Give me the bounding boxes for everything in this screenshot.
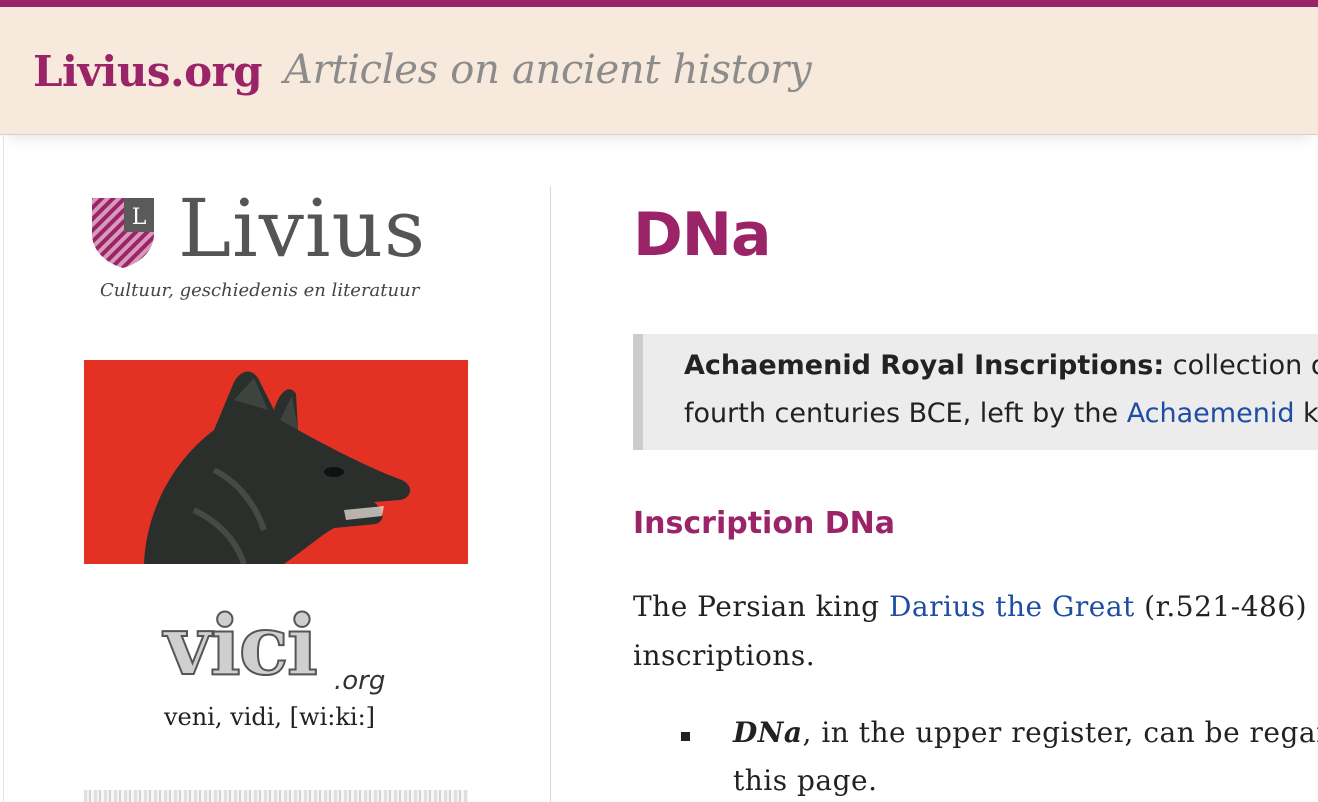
- paragraph-text-1-tail: (r.521-486): [1134, 590, 1308, 623]
- livius-logo-subtitle: Cultuur, geschiedenis en literatuur: [100, 280, 420, 301]
- bullet-line-1: DNa, in the upper register, can be regar: [733, 716, 1318, 749]
- bullet-line-2: this page.: [733, 764, 878, 797]
- shield-letter: L: [132, 205, 147, 230]
- vici-logo-link[interactable]: vici .org veni, vidi, [wi:ki:]: [150, 597, 410, 748]
- intro-label: Achaemenid Royal Inscriptions:: [684, 350, 1165, 381]
- intro-line-1: Achaemenid Royal Inscriptions: collectio…: [684, 350, 1318, 381]
- site-header: Livius.org Articles on ancient history: [0, 7, 1318, 135]
- shield-icon: L: [92, 198, 154, 268]
- site-home-link[interactable]: Livius.org: [33, 47, 263, 96]
- paragraph-text-1: The Persian king: [633, 590, 889, 623]
- livius-logo-link[interactable]: L Livius Cultuur, geschiedenis en litera…: [90, 182, 470, 310]
- site-tagline: Articles on ancient history: [284, 47, 812, 93]
- intro-box: Achaemenid Royal Inscriptions: collectio…: [633, 334, 1318, 450]
- vici-logo-domain: .org: [334, 666, 386, 696]
- livius-logo-word: Livius: [178, 182, 427, 275]
- intro-text-2-tail: k: [1294, 398, 1318, 429]
- main-content: DNa Achaemenid Royal Inscriptions: colle…: [551, 134, 1318, 802]
- bullet-term: DNa: [733, 716, 803, 749]
- darius-link[interactable]: Darius the Great: [889, 590, 1135, 623]
- top-accent-bar: [0, 0, 1318, 7]
- page-title: DNa: [633, 200, 772, 270]
- vici-logo-motto: veni, vidi, [wi:ki:]: [164, 703, 376, 731]
- partial-banner-image[interactable]: [84, 790, 468, 802]
- intro-text-2: fourth centuries BCE, left by the: [684, 398, 1127, 429]
- bullet-text-1: , in the upper register, can be regar: [802, 716, 1318, 749]
- vici-logo-word: vici: [163, 597, 319, 695]
- bullet-marker: [681, 732, 690, 741]
- paragraph-line-1: The Persian king Darius the Great (r.521…: [633, 590, 1307, 623]
- section-heading: Inscription DNa: [633, 506, 896, 541]
- intro-line-2: fourth centuries BCE, left by the Achaem…: [684, 398, 1318, 429]
- paragraph-line-2: inscriptions.: [633, 639, 816, 672]
- achaemenid-link[interactable]: Achaemenid: [1127, 398, 1295, 429]
- wolf-head-image: [144, 371, 411, 564]
- intro-text-1: collection of: [1172, 350, 1318, 381]
- capitoline-wolf-banner[interactable]: [84, 360, 468, 564]
